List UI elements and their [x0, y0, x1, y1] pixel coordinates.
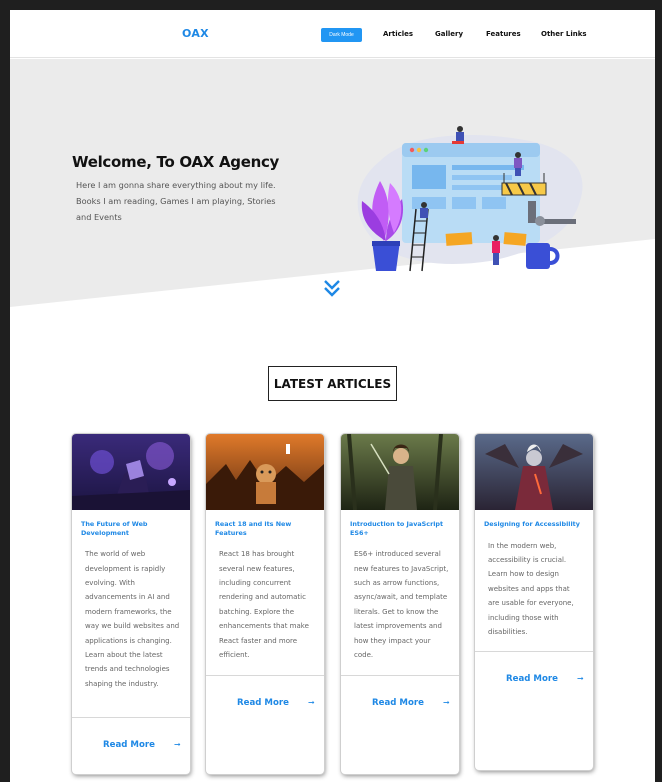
- article-thumbnail: [206, 434, 324, 510]
- read-more-link[interactable]: Read More: [372, 698, 424, 708]
- nav-link-articles[interactable]: Articles: [383, 30, 413, 38]
- article-body: React 18 has brought several new feature…: [219, 550, 309, 660]
- logo[interactable]: OAX: [182, 27, 209, 40]
- article-card: React 18 and its New Features React 18 h…: [206, 434, 324, 774]
- latest-articles-heading: LATEST ARTICLES: [268, 366, 397, 401]
- article-body: In the modern web, accessibility is cruc…: [488, 541, 574, 637]
- hero-title: Welcome, To OAX Agency: [72, 153, 280, 171]
- read-more-link[interactable]: Read More: [103, 740, 155, 750]
- nav-link-other-links[interactable]: Other Links: [541, 30, 587, 38]
- article-body: ES6+ introduced several new features to …: [354, 550, 449, 660]
- read-more-link[interactable]: Read More: [506, 674, 558, 684]
- read-more-link[interactable]: Read More: [237, 698, 289, 708]
- article-thumbnail: [72, 434, 190, 510]
- arrow-right-icon[interactable]: ➞: [443, 698, 450, 707]
- arrow-right-icon[interactable]: ➞: [174, 740, 181, 749]
- nav-link-gallery[interactable]: Gallery: [435, 30, 463, 38]
- article-title[interactable]: Introduction to JavaScript ES6+: [350, 520, 450, 537]
- card-footer: Read More ➞: [72, 717, 190, 774]
- article-card: Introduction to JavaScript ES6+ ES6+ int…: [341, 434, 459, 774]
- hero-section: Welcome, To OAX Agency Here I am gonna s…: [10, 59, 655, 319]
- double-chevron-down-icon[interactable]: [322, 278, 342, 298]
- page: OAX Dark Mode Articles Gallery Features …: [10, 10, 655, 782]
- top-navbar: OAX Dark Mode Articles Gallery Features …: [10, 10, 655, 58]
- article-thumbnail: [475, 434, 593, 510]
- card-footer: Read More ➞: [341, 675, 459, 774]
- arrow-right-icon[interactable]: ➞: [308, 698, 315, 707]
- card-footer: Read More ➞: [475, 651, 593, 770]
- article-body: The world of web development is rapidly …: [85, 550, 180, 688]
- hero-description: Here I am gonna share everything about m…: [76, 180, 276, 222]
- article-thumbnail: [341, 434, 459, 510]
- article-card: Designing for Accessibility In the moder…: [475, 434, 593, 770]
- article-title[interactable]: React 18 and its New Features: [215, 520, 315, 537]
- hero-illustration: [357, 126, 583, 272]
- article-title[interactable]: The Future of Web Development: [81, 520, 181, 537]
- nav-link-features[interactable]: Features: [486, 30, 521, 38]
- arrow-right-icon[interactable]: ➞: [577, 674, 584, 683]
- article-title[interactable]: Designing for Accessibility: [484, 520, 584, 529]
- article-card: The Future of Web Development The world …: [72, 434, 190, 774]
- card-footer: Read More ➞: [206, 675, 324, 774]
- dark-mode-button[interactable]: Dark Mode: [321, 28, 362, 42]
